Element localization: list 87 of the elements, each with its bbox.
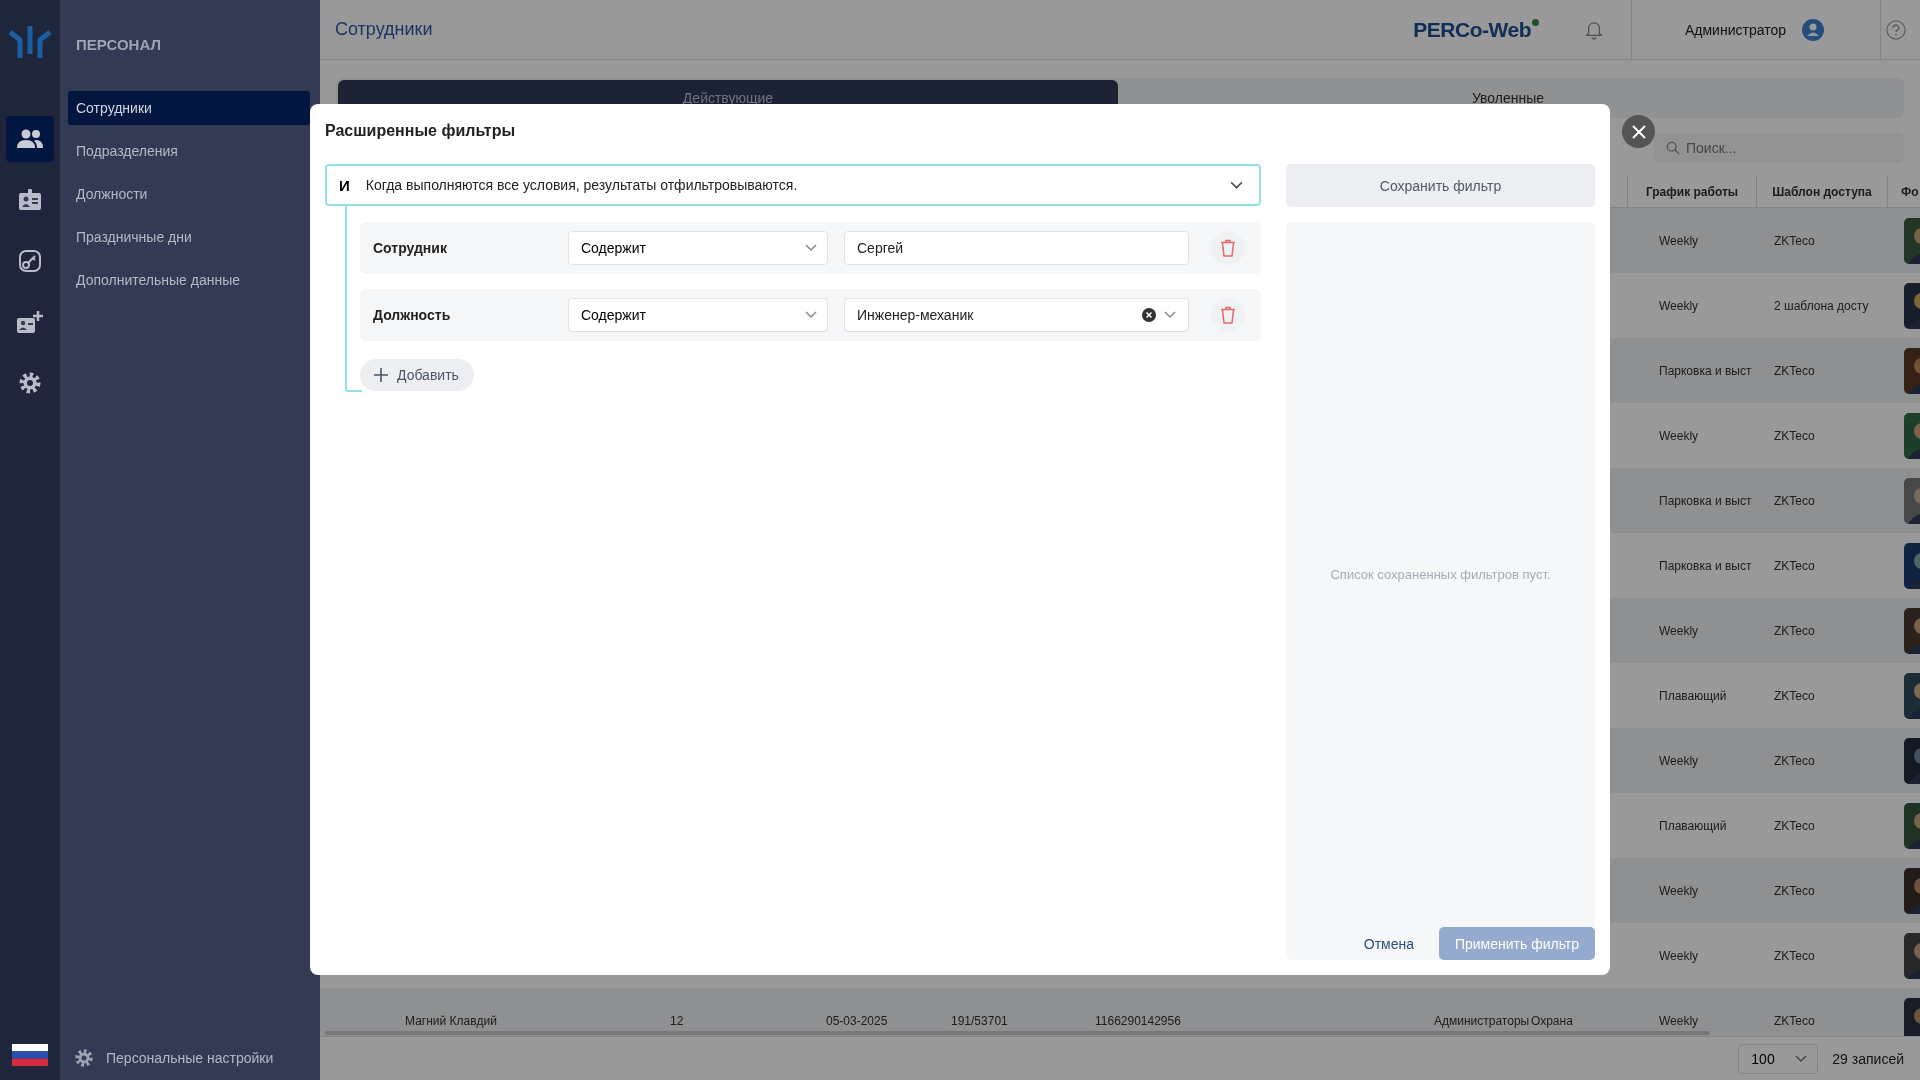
close-icon (1631, 124, 1646, 139)
table-cell: ZKTeco (1774, 688, 1815, 703)
sidebar-item[interactable]: Сотрудники (68, 91, 310, 125)
table-cell: 05-03-2025 (826, 1013, 888, 1028)
table-cell: Магний Клавдий (405, 1013, 497, 1028)
delete-button[interactable] (1211, 231, 1245, 265)
table-cell: ZKTeco (1774, 883, 1815, 898)
chevron-down-icon (1164, 311, 1176, 319)
avatar-icon[interactable] (1802, 18, 1824, 41)
table-cell: 12 (670, 1013, 684, 1028)
table-cell: Weekly (1659, 298, 1699, 313)
page-title: Сотрудники (335, 19, 433, 40)
personal-settings-link[interactable]: Персональные настройки (68, 1048, 320, 1068)
flag-icon[interactable] (12, 1044, 48, 1066)
chevron-down-icon (805, 311, 817, 319)
table-cell: Парковка и выст (1659, 363, 1752, 378)
table-cell: Weekly (1659, 233, 1699, 248)
table-cell: Парковка и выст (1659, 493, 1752, 508)
table-cell: 1166290142956 (1095, 1013, 1181, 1028)
operator-select[interactable]: Содержит (568, 231, 828, 265)
table-cell: Weekly (1659, 1013, 1699, 1028)
field-label: Сотрудник (373, 240, 448, 256)
table-cell: ZKTeco (1774, 558, 1815, 573)
table-cell: 2 шаблона досту (1774, 298, 1869, 313)
chevron-down-icon (805, 244, 817, 252)
empty-message: Список сохраненных фильтров пуст. (1330, 567, 1551, 582)
table-cell: ZKTeco (1774, 493, 1815, 508)
table-cell: ZKTeco (1774, 948, 1815, 963)
settings-icon (74, 1048, 94, 1068)
trash-icon (1220, 306, 1236, 324)
table-cell: Weekly (1659, 753, 1699, 768)
table-cell: Weekly (1659, 623, 1699, 638)
table-cell: ZKTeco (1774, 818, 1815, 833)
operator-select[interactable]: Содержит (568, 298, 828, 332)
chevron-down-icon (1795, 1054, 1808, 1063)
sidebar-item[interactable]: Праздничные дни (68, 220, 310, 254)
table-cell: Weekly (1659, 428, 1699, 443)
table-cell: Weekly (1659, 883, 1699, 898)
brand-logo: PERCo-Web (1413, 17, 1531, 42)
column-header[interactable]: Шаблон доступа (1756, 176, 1887, 207)
table-cell: Плавающий (1659, 818, 1727, 833)
user-name[interactable]: Администратор (1685, 21, 1786, 38)
table-cell: ZKTeco (1774, 363, 1815, 378)
people-icon (16, 129, 44, 149)
chevron-down-icon (1230, 180, 1243, 190)
sidebar-item[interactable]: Должности (68, 177, 310, 211)
value-field[interactable]: Сергей (844, 231, 1189, 265)
table-cell: 191/53701 (951, 1013, 1008, 1028)
id-badge-icon (18, 188, 42, 212)
key-icon (18, 249, 42, 273)
settings-icon (18, 371, 42, 395)
sidebar-item[interactable]: Дополнительные данные (68, 263, 310, 297)
rail-button[interactable] (6, 116, 54, 162)
delete-button[interactable] (1211, 298, 1245, 332)
column-header[interactable]: Фо (1887, 176, 1920, 207)
trash-icon (1220, 239, 1236, 257)
page-size-select[interactable]: 100 (1738, 1043, 1819, 1074)
status-dot (1532, 18, 1539, 26)
value-select[interactable]: Инженер-механик (844, 298, 1189, 332)
table-cell: ZKTeco (1774, 1013, 1815, 1028)
logo-icon (8, 24, 52, 60)
sidebar-item[interactable]: Подразделения (68, 134, 310, 168)
dialog-title: Расширенные фильтры (325, 122, 517, 140)
table-cell: Плавающий (1659, 688, 1727, 703)
section-title: ПЕРСОНАЛ (75, 36, 162, 53)
table-cell: Weekly (1659, 948, 1699, 963)
table-cell: ZKTeco (1774, 753, 1815, 768)
table-cell: ZKTeco (1774, 428, 1815, 443)
tab[interactable]: Уволенные (1118, 80, 1898, 116)
table-cell: Администраторы (1434, 1013, 1530, 1028)
search-field[interactable]: Поиск... (1654, 133, 1904, 163)
table-cell: Парковка и выст (1659, 558, 1752, 573)
plus-icon (374, 368, 388, 382)
save-filter-button[interactable]: Сохранить фильтр (1286, 164, 1595, 207)
badge-plus-icon (16, 310, 44, 334)
table-cell: Охрана (1531, 1013, 1573, 1028)
table-cell: ZKTeco (1774, 623, 1815, 638)
column-header[interactable]: График работы (1627, 176, 1756, 207)
cancel-button[interactable]: Отмена (1363, 935, 1414, 952)
clear-icon[interactable] (1142, 308, 1156, 322)
table-cell: ZKTeco (1774, 233, 1815, 248)
bell-icon[interactable] (1585, 19, 1603, 40)
condition-group-select[interactable]: И Когда выполняются все условия, результаты отфильтровываются. (325, 164, 1261, 206)
search-icon (1666, 141, 1680, 155)
field-label: Должность (373, 307, 452, 323)
record-count: 29 записей (1832, 1050, 1904, 1067)
add-condition-button[interactable]: Добавить (360, 359, 474, 391)
